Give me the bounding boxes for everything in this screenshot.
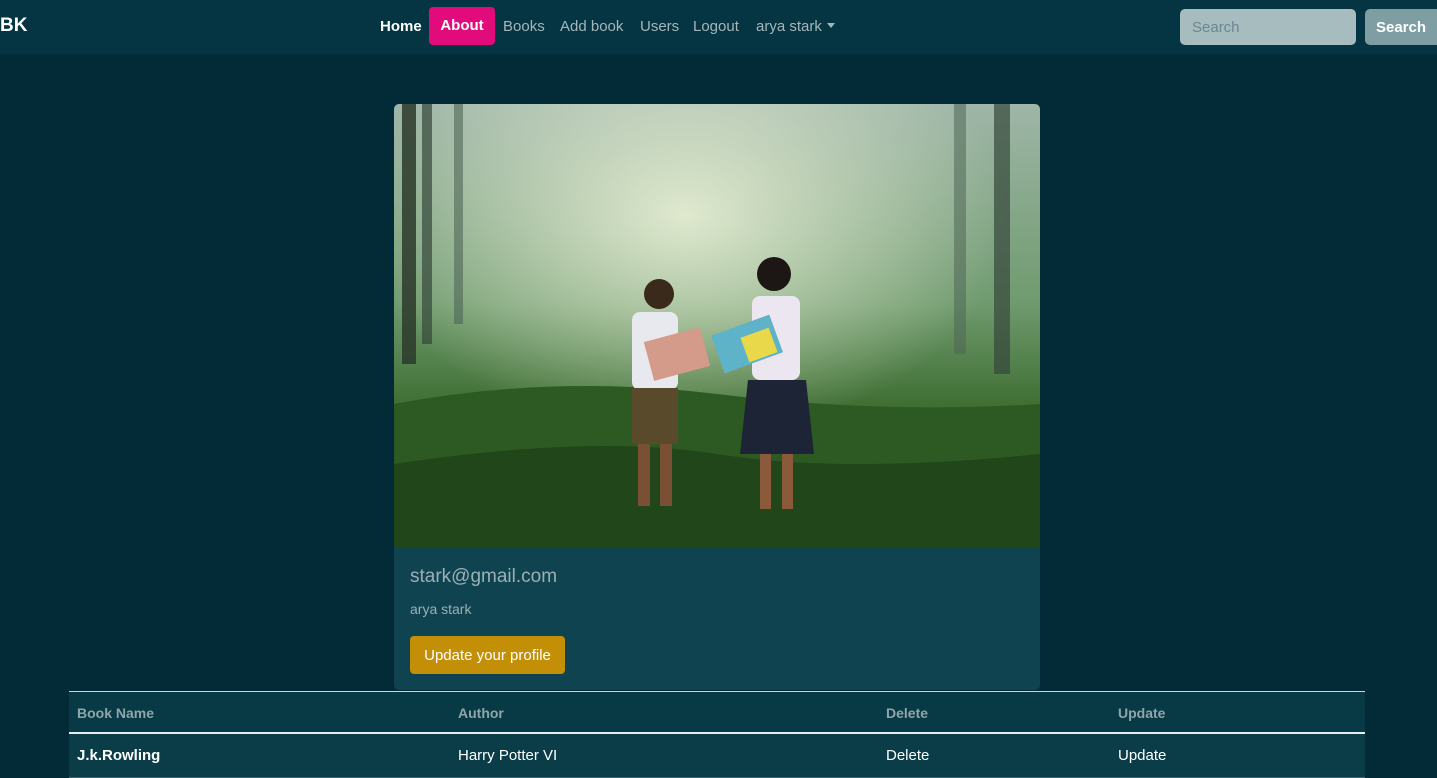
brand-logo[interactable]: BK bbox=[0, 15, 27, 37]
nav-users[interactable]: Users bbox=[640, 18, 679, 35]
table-row: J.k.Rowling Harry Potter VI Delete Updat… bbox=[69, 734, 1365, 778]
profile-name: arya stark bbox=[410, 601, 472, 617]
chevron-down-icon bbox=[826, 23, 835, 28]
update-profile-button[interactable]: Update your profile bbox=[410, 636, 565, 674]
header-author: Author bbox=[458, 705, 504, 721]
profile-email: stark@gmail.com bbox=[410, 566, 558, 587]
header-update: Update bbox=[1118, 705, 1166, 721]
profile-card: stark@gmail.com arya stark Update your p… bbox=[394, 104, 1040, 690]
user-menu-dropdown[interactable]: arya stark bbox=[756, 18, 835, 35]
table-header: Book Name Author Delete Update bbox=[69, 692, 1365, 734]
books-table: Book Name Author Delete Update J.k.Rowli… bbox=[69, 691, 1365, 778]
header-delete: Delete bbox=[886, 705, 929, 721]
cell-author: Harry Potter VI bbox=[458, 747, 558, 764]
profile-image bbox=[394, 104, 1040, 548]
nav-books[interactable]: Books bbox=[503, 18, 545, 35]
search-button[interactable]: Search bbox=[1365, 9, 1437, 45]
cell-book-name: J.k.Rowling bbox=[77, 747, 161, 764]
nav-home[interactable]: Home bbox=[380, 18, 422, 35]
navbar: BK Home About Books Add book Users Logou… bbox=[0, 0, 1437, 54]
delete-link[interactable]: Delete bbox=[886, 747, 929, 764]
header-book-name: Book Name bbox=[77, 705, 155, 721]
nav-logout[interactable]: Logout bbox=[693, 18, 739, 35]
search-input[interactable] bbox=[1180, 9, 1356, 45]
user-menu-label: arya stark bbox=[756, 18, 822, 35]
nav-about[interactable]: About bbox=[429, 7, 495, 45]
update-link[interactable]: Update bbox=[1118, 747, 1166, 764]
nav-add-book[interactable]: Add book bbox=[560, 18, 623, 35]
